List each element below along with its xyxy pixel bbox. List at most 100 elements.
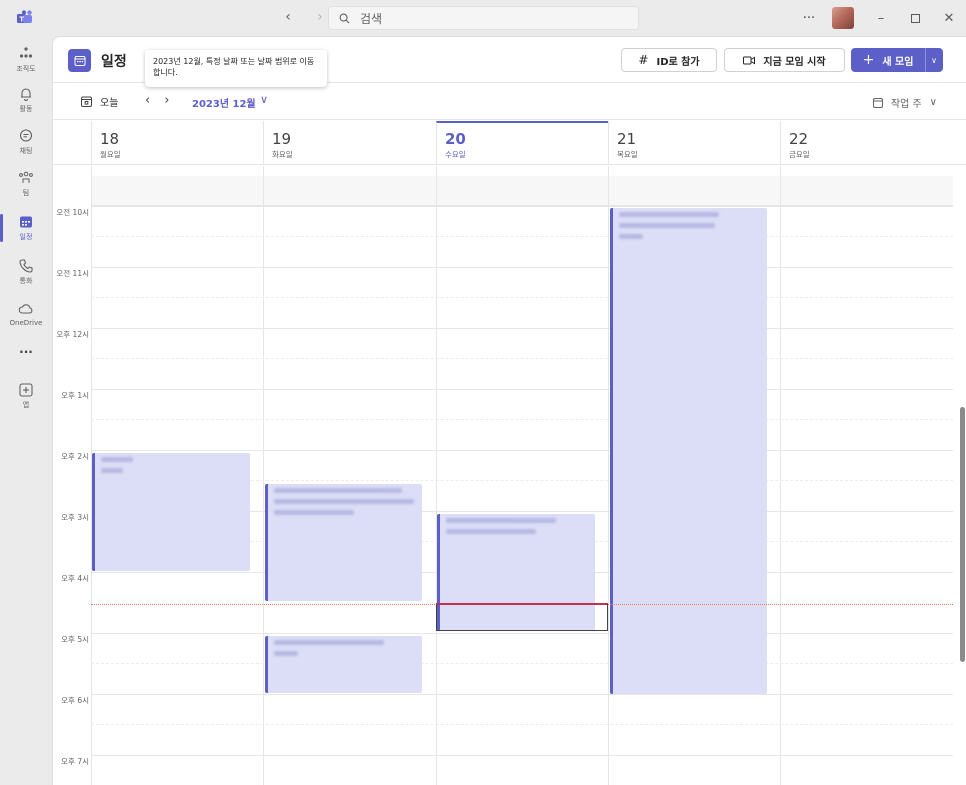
rail-item-chat[interactable]: 채팅 [0, 120, 52, 164]
calendar-header: 일정 2023년 12월, 특정 날짜 또는 날짜 범위로 이동합니다. # I… [53, 37, 966, 87]
hour-label: 오전 10시 [56, 208, 89, 217]
minimize-button[interactable]: – [864, 0, 898, 36]
hour-line [91, 755, 953, 756]
join-with-id-button[interactable]: # ID로 참가 [621, 48, 717, 72]
hour-line [91, 206, 953, 207]
hour-label: 오후 7시 [61, 757, 89, 766]
more-options-button[interactable]: ··· [794, 11, 824, 26]
hour-label: 오후 1시 [61, 391, 89, 400]
join-with-id-label: ID로 참가 [656, 56, 700, 68]
previous-week-icon[interactable]: ‹ [145, 93, 150, 108]
hour-label: 오후 2시 [61, 452, 89, 461]
search-input[interactable]: 검색 [328, 6, 639, 30]
rail-item-apps[interactable]: 앱 [0, 374, 52, 418]
day-name: 월요일 [100, 150, 121, 159]
window-controls: ··· – ✕ [794, 0, 966, 36]
vertical-scrollbar[interactable] [960, 407, 965, 662]
video-camera-icon [743, 56, 756, 64]
search-icon [339, 13, 350, 23]
calendar-event[interactable] [265, 636, 422, 693]
calendar-event[interactable] [92, 453, 250, 571]
rail-label: OneDrive [9, 319, 43, 327]
week-nav: ‹ › [145, 93, 169, 108]
hour-line [91, 267, 953, 268]
hour-line [91, 389, 953, 390]
back-arrow-icon[interactable]: ‹ [278, 9, 298, 25]
meet-now-button[interactable]: 지금 모임 시작 [724, 48, 845, 72]
next-week-icon[interactable]: › [164, 93, 169, 108]
org-chart-icon [19, 47, 33, 58]
bell-icon [21, 88, 31, 101]
day-divider [780, 166, 781, 785]
calendar-event[interactable] [265, 484, 422, 601]
day-divider [263, 166, 264, 785]
chat-icon [19, 129, 33, 142]
svg-text:T: T [19, 15, 24, 23]
day-divider [436, 166, 437, 785]
day-header-19[interactable]: 19 화요일 [263, 121, 435, 165]
today-button[interactable]: 오늘 [81, 94, 118, 109]
half-hour-line [91, 419, 953, 420]
day-name: 목요일 [617, 150, 638, 159]
history-nav: ‹ › [278, 9, 330, 25]
hour-label: 오후 12시 [56, 330, 89, 339]
search-placeholder: 검색 [360, 11, 383, 26]
calendar-icon [20, 216, 32, 228]
page-title: 일정 [101, 54, 127, 70]
rail-item-activity[interactable]: 활동 [0, 78, 52, 122]
rail-label: 활동 [19, 105, 33, 113]
hour-label: 오후 4시 [61, 574, 89, 583]
today-label: 오늘 [100, 98, 119, 109]
half-hour-line [91, 358, 953, 359]
hash-icon: # [638, 53, 649, 67]
day-divider [608, 166, 609, 785]
month-picker[interactable]: 2023년 12월 [192, 95, 256, 110]
half-hour-line [91, 236, 953, 237]
rail-item-org-chart[interactable]: 조직도 [0, 38, 52, 82]
calendar-today-icon [81, 96, 92, 107]
hour-line [91, 450, 953, 451]
day-name: 화요일 [272, 150, 293, 159]
day-header-22[interactable]: 22 금요일 [780, 121, 952, 165]
teams-icon [19, 171, 33, 183]
day-header-18[interactable]: 18 월요일 [91, 121, 263, 165]
close-button[interactable]: ✕ [932, 0, 966, 36]
forward-arrow-icon[interactable]: › [310, 9, 330, 25]
day-number: 20 [445, 130, 466, 148]
hour-label: 오후 5시 [61, 635, 89, 644]
rail-item-calendar[interactable]: 일정 [0, 206, 52, 250]
day-number: 21 [617, 130, 637, 148]
calendar-main: 일정 2023년 12월, 특정 날짜 또는 날짜 범위로 이동합니다. # I… [52, 36, 966, 785]
phone-icon [19, 259, 33, 273]
avatar[interactable] [832, 7, 854, 29]
current-time-slot[interactable] [436, 603, 608, 631]
rail-item-calls[interactable]: 통화 [0, 250, 52, 294]
hour-line [91, 633, 953, 634]
day-number: 22 [789, 130, 809, 148]
day-name: 금요일 [789, 150, 810, 159]
day-header-21[interactable]: 21 목요일 [608, 121, 780, 165]
meet-now-label: 지금 모임 시작 [763, 56, 826, 68]
rail-label: 앱 [22, 401, 30, 409]
day-name: 수요일 [445, 150, 466, 159]
maximize-icon [910, 13, 920, 23]
half-hour-line [91, 724, 953, 725]
hour-label: 오전 11시 [56, 269, 89, 278]
time-grid[interactable]: 오전 10시 오전 11시 오후 12시 오후 1시 오후 2시 오후 3시 오… [53, 166, 966, 785]
chevron-down-icon[interactable]: ∨ [260, 93, 268, 106]
new-meeting-button[interactable]: + 새 모임 [851, 48, 925, 72]
calendar-event[interactable] [610, 208, 767, 694]
view-switcher[interactable]: 작업 주 ∨ [872, 95, 937, 110]
half-hour-line [91, 663, 953, 664]
rail-label: 팀 [22, 189, 30, 197]
chevron-down-icon: ∨ [929, 97, 937, 108]
day-header-20[interactable]: 20 수요일 [436, 121, 608, 165]
new-meeting-dropdown-button[interactable]: ∨ [925, 48, 943, 72]
rail-item-more[interactable]: ··· [0, 330, 52, 374]
new-meeting-label: 새 모임 [882, 56, 914, 68]
maximize-button[interactable] [898, 0, 932, 36]
half-hour-line [91, 297, 953, 298]
rail-item-teams[interactable]: 팀 [0, 162, 52, 206]
app-rail: 조직도 활동 채팅 팀 일정 통화 OneDrive ··· 앱 [0, 36, 52, 785]
view-label: 작업 주 [890, 99, 922, 110]
